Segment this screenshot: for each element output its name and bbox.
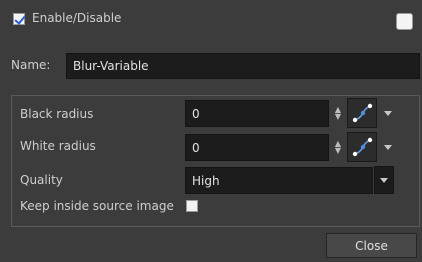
black-radius-label: Black radius (20, 107, 94, 121)
quality-select[interactable]: High (185, 167, 373, 194)
black-radius-value: 0 (192, 106, 200, 121)
enable-checkbox[interactable] (13, 13, 25, 25)
chevron-down-icon (380, 178, 388, 183)
keep-inside-label: Keep inside source image (20, 199, 174, 213)
close-button-label: Close (355, 238, 388, 253)
white-radius-field[interactable]: 0 (185, 134, 329, 161)
close-button[interactable]: Close (326, 233, 417, 258)
white-radius-spinner-icon[interactable]: ▲ ▼ (331, 137, 345, 157)
name-value: Blur-Variable (73, 59, 149, 73)
white-radius-label: White radius (20, 139, 96, 153)
black-radius-menu-chevron-down-icon[interactable] (384, 111, 392, 116)
quality-label: Quality (20, 173, 63, 187)
function-curve-icon (352, 137, 373, 157)
white-radius-function-curve-button[interactable] (347, 132, 377, 162)
keep-inside-checkbox[interactable] (186, 200, 198, 212)
black-radius-spinner-icon[interactable]: ▲ ▼ (331, 103, 345, 123)
enable-label: Enable/Disable (32, 11, 122, 25)
white-radius-menu-chevron-down-icon[interactable] (384, 145, 392, 150)
black-radius-function-curve-button[interactable] (347, 98, 377, 128)
name-label: Name: (11, 58, 51, 72)
color-swatch[interactable] (396, 13, 413, 30)
name-field[interactable]: Blur-Variable (66, 53, 420, 79)
quality-dropdown-button[interactable] (374, 166, 394, 194)
black-radius-field[interactable]: 0 (185, 100, 329, 127)
white-radius-value: 0 (192, 140, 200, 155)
function-curve-icon (352, 103, 373, 123)
quality-value: High (192, 173, 220, 188)
